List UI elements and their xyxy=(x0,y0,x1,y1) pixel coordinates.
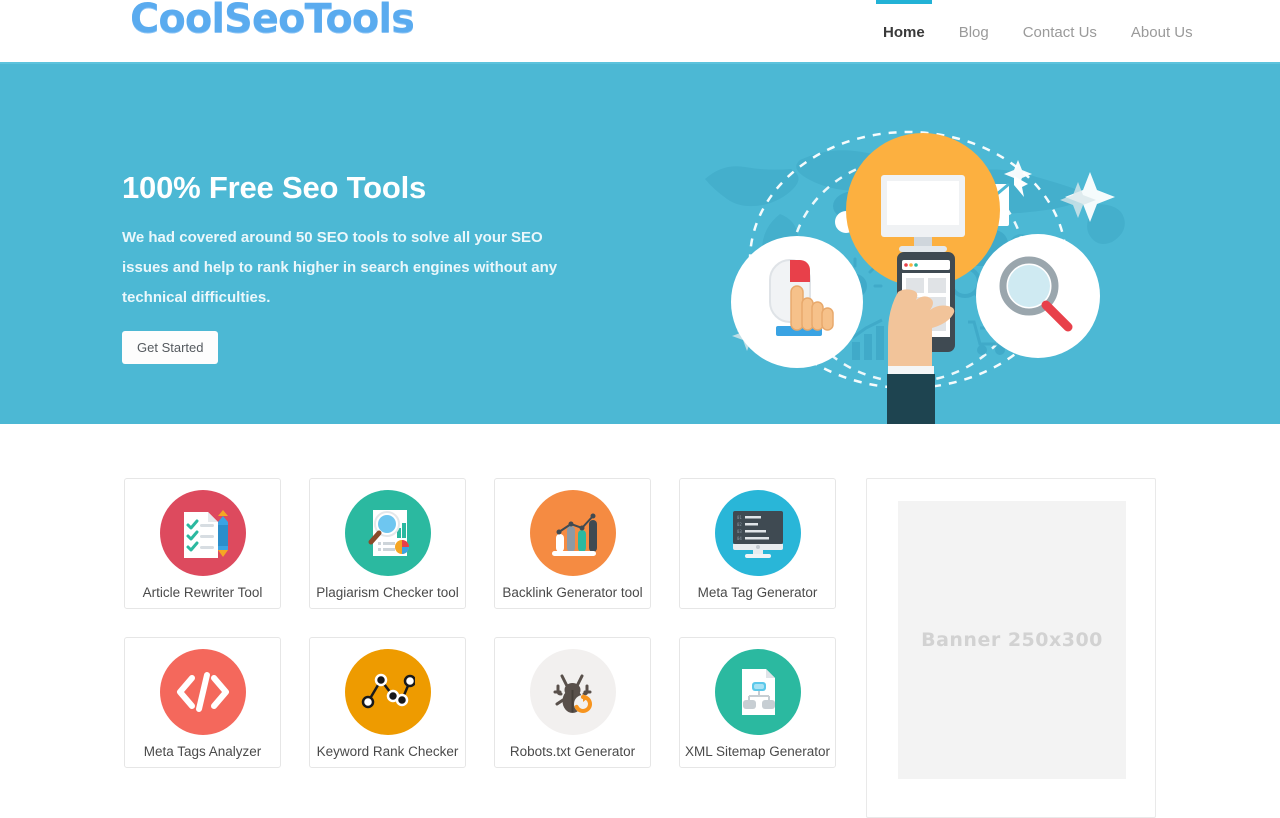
svg-text:02: 02 xyxy=(737,522,742,527)
svg-text:01: 01 xyxy=(737,515,742,520)
bar-chart-growth-icon xyxy=(529,490,616,576)
tool-label: Article Rewriter Tool xyxy=(142,585,263,600)
sidebar-ad-banner[interactable]: Banner 250x300 xyxy=(866,478,1156,818)
tool-label: Meta Tag Generator xyxy=(697,585,818,600)
sitemap-document-icon xyxy=(714,649,801,735)
tool-label: Meta Tags Analyzer xyxy=(143,744,262,759)
tool-card-article-rewriter-tool[interactable]: Article Rewriter Tool xyxy=(124,478,281,609)
get-started-button[interactable]: Get Started xyxy=(122,331,219,364)
tool-card-xml-sitemap-generator[interactable]: XML Sitemap Generator xyxy=(679,637,836,768)
hero-title: 100% Free Seo Tools xyxy=(122,170,427,205)
tools-grid: Article Rewriter Tool Plagiarism Checker… xyxy=(124,478,840,768)
tool-card-plagiarism-checker-tool[interactable]: Plagiarism Checker tool xyxy=(309,478,466,609)
tool-label: Backlink Generator tool xyxy=(502,585,643,600)
nav-label-about-us: About Us xyxy=(1130,23,1193,41)
tool-label: Robots.txt Generator xyxy=(509,744,636,759)
code-brackets-icon xyxy=(159,649,246,735)
nav-label-home: Home xyxy=(883,23,925,41)
nav-item-about-us[interactable]: About Us xyxy=(1114,0,1210,64)
bug-refresh-icon xyxy=(529,649,616,735)
tool-card-keyword-rank-checker[interactable]: Keyword Rank Checker xyxy=(309,637,466,768)
hero-copy: 100% Free Seo Tools We had covered aroun… xyxy=(122,170,602,364)
svg-text:04: 04 xyxy=(737,536,742,541)
hand-phone-illustration xyxy=(887,252,955,424)
site-logo[interactable]: CoolSeoTools xyxy=(130,0,415,42)
nav-item-home[interactable]: Home xyxy=(866,0,942,64)
tool-label: Keyword Rank Checker xyxy=(316,744,459,759)
tool-card-meta-tags-analyzer[interactable]: Meta Tags Analyzer xyxy=(124,637,281,768)
tool-card-backlink-generator-tool[interactable]: Backlink Generator tool xyxy=(494,478,651,609)
hero-section: 100% Free Seo Tools We had covered aroun… xyxy=(0,64,1280,424)
nav-item-blog[interactable]: Blog xyxy=(942,0,1006,64)
nav-label-contact-us: Contact Us xyxy=(1022,23,1097,41)
tool-label: Plagiarism Checker tool xyxy=(316,585,459,600)
document-checklist-pencil-icon xyxy=(159,490,246,576)
pencil xyxy=(217,510,228,557)
site-header: CoolSeoTools Home Blog Contact Us About … xyxy=(0,0,1280,64)
banner-placeholder: Banner 250x300 xyxy=(898,501,1126,779)
tool-card-meta-tag-generator[interactable]: 01 02 03 04 Meta Tag Generator xyxy=(679,478,836,609)
search-badge xyxy=(976,234,1100,358)
pie xyxy=(394,540,409,554)
hero-illustration xyxy=(650,64,1165,424)
magnifier-report-icon xyxy=(344,490,431,576)
hero-subtitle: We had covered around 50 SEO tools to so… xyxy=(122,229,558,306)
tool-card-robots-txt-generator[interactable]: Robots.txt Generator xyxy=(494,637,651,768)
main-navigation: Home Blog Contact Us About Us xyxy=(866,0,1210,64)
line-chart-nodes-icon xyxy=(344,649,431,735)
tool-label: XML Sitemap Generator xyxy=(684,744,831,759)
svg-text:03: 03 xyxy=(737,529,742,534)
nav-item-contact-us[interactable]: Contact Us xyxy=(1006,0,1114,64)
monitor-code-icon: 01 02 03 04 xyxy=(714,490,801,576)
nav-label-blog: Blog xyxy=(958,23,989,41)
click-badge xyxy=(731,236,863,368)
